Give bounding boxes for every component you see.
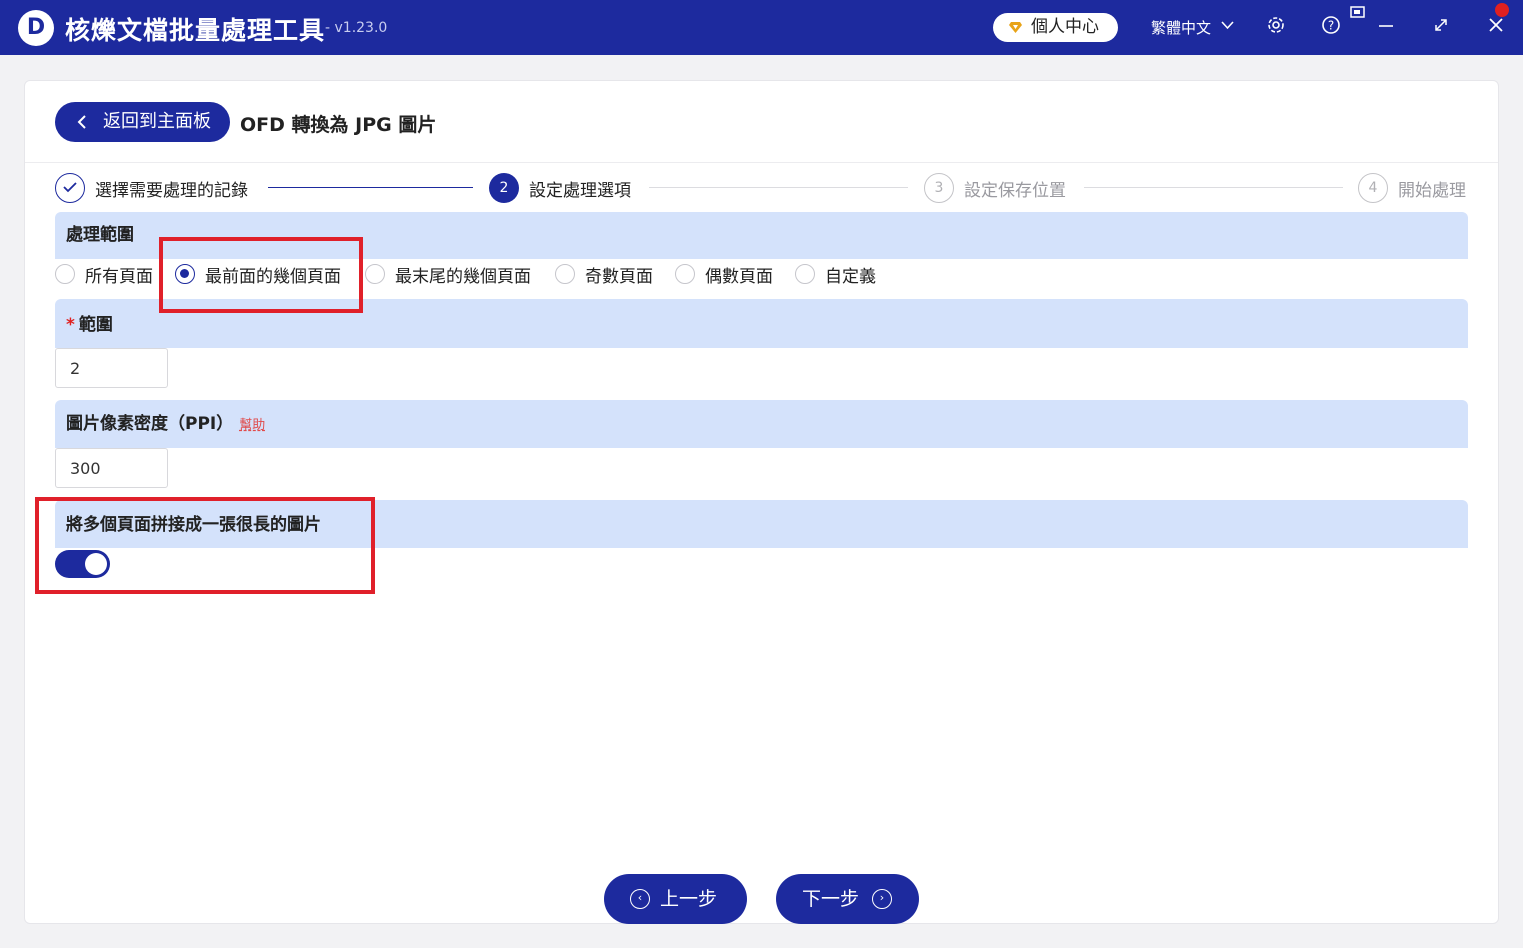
back-button-label: 返回到主面板 bbox=[103, 111, 211, 132]
language-select[interactable]: 繁體中文 bbox=[1151, 17, 1211, 38]
chevron-left-circle-icon: ‹ bbox=[630, 889, 650, 909]
ppi-input[interactable] bbox=[55, 448, 168, 488]
step-1-check-icon bbox=[55, 173, 85, 203]
minimize-icon[interactable] bbox=[1374, 15, 1398, 39]
step-connector bbox=[649, 187, 908, 188]
page-title: OFD 轉換為 JPG 圖片 bbox=[240, 114, 437, 136]
radio-even-pages-label[interactable]: 偶數頁面 bbox=[705, 262, 773, 287]
user-center-label: 個人中心 bbox=[1031, 17, 1099, 37]
step-3-number: 3 bbox=[924, 173, 954, 203]
range-section-title: 處理範圍 bbox=[66, 225, 134, 245]
next-step-button[interactable]: 下一步 › bbox=[776, 874, 919, 924]
help-icon[interactable]: ? bbox=[1319, 15, 1343, 39]
radio-last-pages[interactable] bbox=[365, 264, 385, 284]
next-step-label: 下一步 bbox=[802, 888, 860, 910]
step-connector bbox=[1084, 187, 1343, 188]
ppi-field-header: 圖片像素密度（PPI） 幫助 bbox=[55, 400, 1468, 448]
user-center-button[interactable]: 個人中心 bbox=[993, 13, 1118, 42]
step-3-label: 設定保存位置 bbox=[964, 181, 1066, 201]
app-logo-icon: D bbox=[18, 10, 54, 46]
highlight-box bbox=[159, 237, 363, 313]
chevron-left-icon bbox=[77, 102, 87, 142]
chevron-down-icon[interactable] bbox=[1221, 19, 1234, 34]
step-4-label: 開始處理 bbox=[1398, 181, 1466, 201]
radio-even-pages[interactable] bbox=[675, 264, 695, 284]
radio-all-pages-label[interactable]: 所有頁面 bbox=[85, 262, 153, 287]
maximize-icon[interactable] bbox=[1429, 15, 1453, 39]
title-bar: D 核爍文檔批量處理工具 - v1.23.0 個人中心 繁體中文 ? bbox=[0, 0, 1523, 55]
ppi-field-title: 圖片像素密度（PPI） bbox=[66, 414, 234, 434]
prev-step-label: 上一步 bbox=[660, 888, 718, 910]
range-field-title: 範圍 bbox=[78, 315, 113, 335]
radio-all-pages[interactable] bbox=[55, 264, 75, 284]
app-version: - v1.23.0 bbox=[325, 20, 388, 36]
radio-odd-pages[interactable] bbox=[555, 264, 575, 284]
svg-text:?: ? bbox=[1328, 19, 1334, 33]
radio-last-pages-label[interactable]: 最末尾的幾個頁面 bbox=[395, 262, 531, 287]
prev-step-button[interactable]: ‹ 上一步 bbox=[604, 874, 747, 924]
step-connector bbox=[268, 187, 473, 188]
restore-icon[interactable] bbox=[1346, 4, 1370, 28]
back-to-main-button[interactable]: 返回到主面板 bbox=[55, 102, 230, 142]
highlight-box bbox=[35, 497, 375, 594]
app-title: 核爍文檔批量處理工具 bbox=[65, 16, 326, 45]
step-1-label: 選擇需要處理的記錄 bbox=[95, 181, 248, 201]
step-2-label: 設定處理選項 bbox=[529, 181, 631, 201]
range-input[interactable] bbox=[55, 348, 168, 388]
chevron-right-circle-icon: › bbox=[872, 889, 892, 909]
radio-custom[interactable] bbox=[795, 264, 815, 284]
diamond-icon bbox=[1009, 22, 1022, 33]
step-2-number: 2 bbox=[489, 173, 519, 203]
close-icon[interactable] bbox=[1484, 15, 1508, 39]
required-mark: * bbox=[66, 315, 75, 335]
step-4-number: 4 bbox=[1358, 173, 1388, 203]
radio-odd-pages-label[interactable]: 奇數頁面 bbox=[585, 262, 653, 287]
header-divider bbox=[25, 162, 1498, 163]
settings-icon[interactable] bbox=[1264, 15, 1288, 39]
notification-badge-icon bbox=[1495, 3, 1509, 17]
help-link[interactable]: 幫助 bbox=[239, 418, 265, 433]
radio-custom-label[interactable]: 自定義 bbox=[825, 262, 876, 287]
